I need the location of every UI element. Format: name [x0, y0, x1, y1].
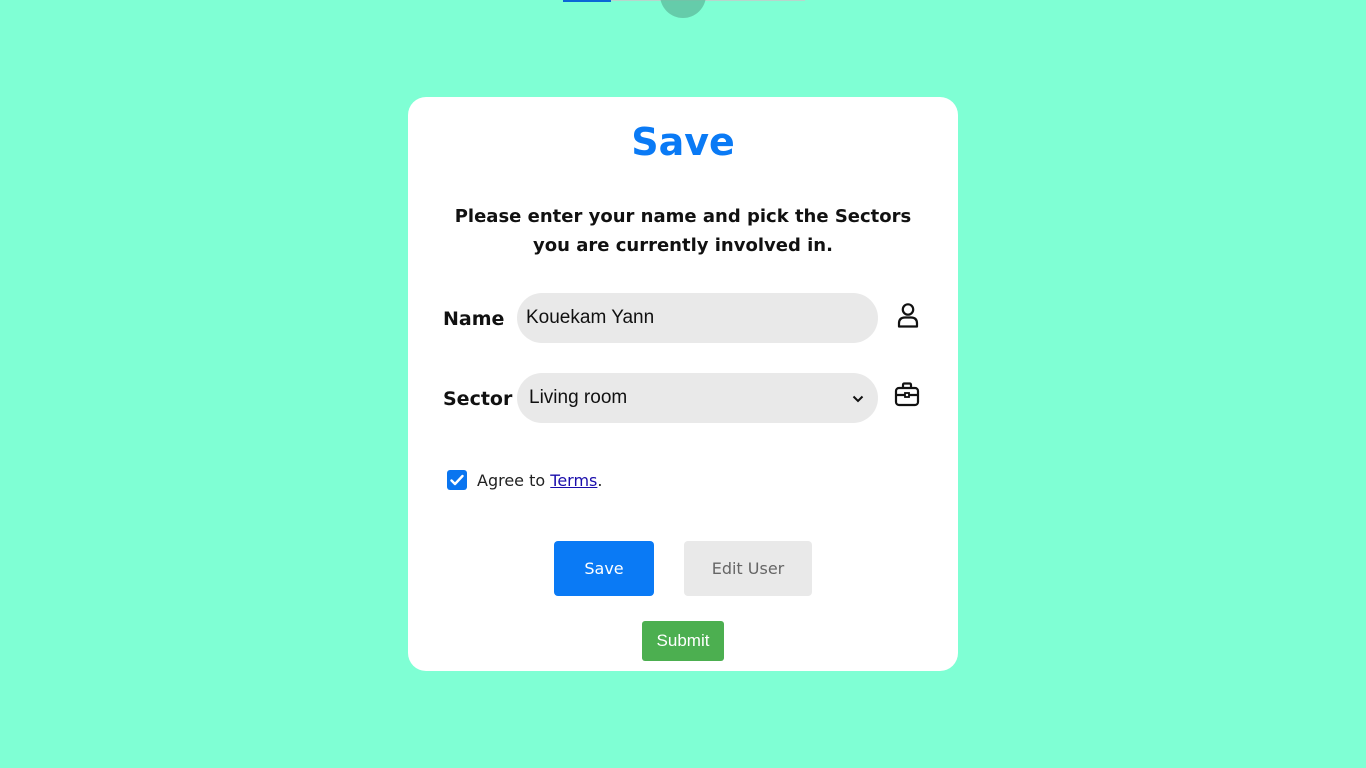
sector-select[interactable]: Living room [517, 373, 878, 423]
submit-button[interactable]: Submit [642, 621, 724, 661]
agree-row: Agree to Terms. [447, 470, 602, 490]
terms-link[interactable]: Terms [550, 471, 597, 490]
intro-text: Please enter your name and pick the Sect… [454, 206, 912, 256]
save-button[interactable]: Save [554, 541, 654, 596]
top-progress-track [611, 0, 805, 1]
top-knob [660, 0, 706, 18]
sector-label: Sector [443, 388, 513, 410]
page-title: Save [631, 120, 735, 164]
agree-suffix: . [597, 470, 603, 490]
name-input[interactable] [517, 293, 878, 343]
user-icon [894, 301, 922, 329]
agree-text: Agree to [477, 470, 546, 490]
top-progress-fill [563, 0, 611, 2]
sector-selected-value: Living room [529, 387, 628, 408]
name-label: Name [443, 308, 505, 330]
briefcase-icon [893, 380, 921, 408]
agree-checkbox[interactable] [447, 470, 467, 490]
edit-user-button[interactable]: Edit User [684, 541, 812, 596]
chevron-down-icon [852, 391, 864, 406]
checkmark-icon [450, 474, 464, 486]
